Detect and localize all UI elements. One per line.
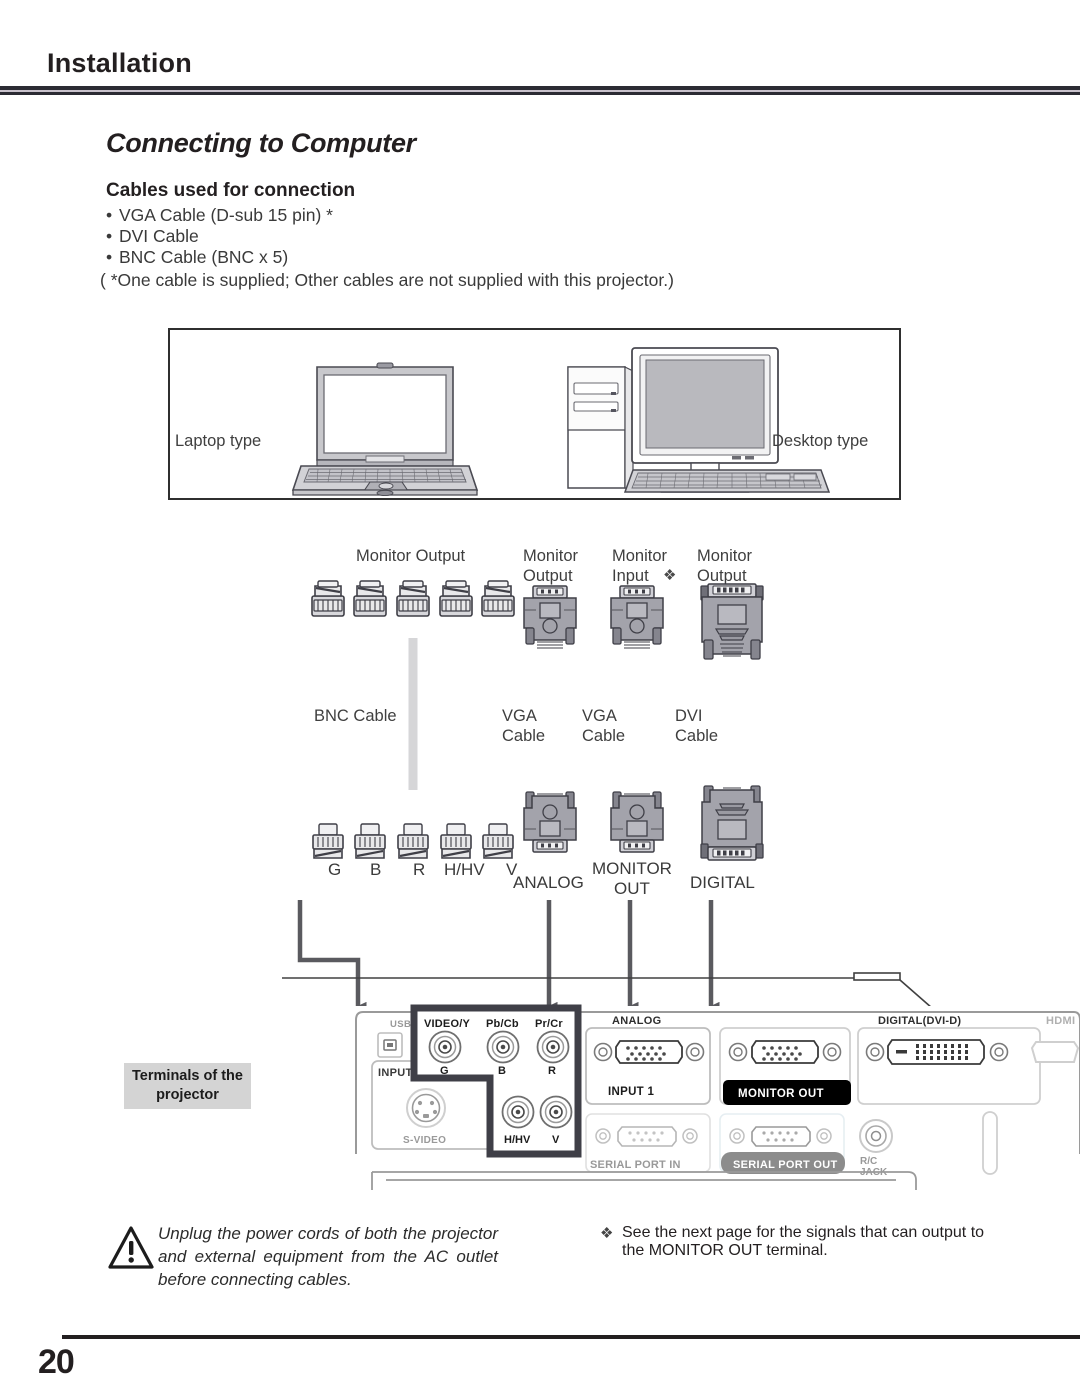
desktop-illustration: [567, 347, 831, 493]
laptop-illustration: [291, 362, 479, 497]
speaker-slot: [982, 1111, 998, 1175]
cable-list-item: • VGA Cable (D-sub 15 pin) *: [106, 205, 333, 225]
laptop-type-label: Laptop type: [175, 432, 262, 450]
s-video-terminal: S-VIDEO: [403, 1088, 446, 1146]
svg-text:V: V: [552, 1134, 560, 1146]
bnc-connector-group-bottom: [312, 790, 514, 859]
bnc-cable-label: BNC Cable: [314, 707, 397, 725]
digital-terminal-label: DIGITAL: [690, 873, 755, 892]
subsection-title: Cables used for connection: [106, 180, 356, 201]
svg-text:MONITOR OUT: MONITOR OUT: [738, 1088, 824, 1100]
cable-list-item: • BNC Cable (BNC x 5): [106, 247, 289, 267]
input1-analog-block: ANALOG INPUT 1: [585, 1015, 711, 1105]
computer-illustration-box: [168, 328, 901, 500]
svg-text:B: B: [498, 1065, 506, 1077]
vga-cable-1-label: VGA Cable: [502, 707, 546, 745]
bnc-jack-r: [536, 1030, 570, 1064]
svg-text:VIDEO/Y: VIDEO/Y: [424, 1018, 470, 1030]
warning-triangle-icon: [108, 1226, 154, 1269]
warning-message: Unplug the power cords of both the proje…: [158, 1224, 498, 1289]
svg-text:Pb/Cb: Pb/Cb: [486, 1018, 519, 1030]
terminals-of-projector-callout: Terminals of the projector: [124, 1063, 251, 1109]
bnc-jack-hhv: [501, 1095, 535, 1129]
computer-illustration-svg: [291, 347, 831, 497]
bnc-pin-label-r: R: [413, 860, 426, 879]
svg-text:INPUT 1: INPUT 1: [608, 1086, 654, 1098]
page-title: Installation: [47, 48, 192, 78]
section-title: Connecting to Computer: [106, 128, 416, 158]
svg-text:USB: USB: [390, 1019, 411, 1030]
cable-diagram-svg: [311, 580, 764, 861]
svg-text:R: R: [548, 1065, 556, 1077]
bullet-icon: •: [106, 226, 113, 246]
svg-text:R/C: R/C: [860, 1156, 877, 1167]
bullet-icon: •: [106, 205, 113, 225]
projector-terminal-panel-svg: USB INPUT 2 S-VIDEO VIDEO/Y Pb/Cb Pr/Cr …: [282, 900, 1080, 1190]
bnc-jack-g: [428, 1030, 462, 1064]
header-rule: [0, 86, 1080, 96]
svg-text:Pr/Cr: Pr/Cr: [535, 1018, 563, 1030]
analog-terminal-label: ANALOG: [513, 873, 584, 892]
bnc-pin-label-b: B: [370, 860, 382, 879]
serial-port-out-block: SERIAL PORT OUT: [719, 1113, 845, 1174]
svg-text:DIGITAL(DVI-D): DIGITAL(DVI-D): [878, 1015, 961, 1027]
terminal-panel-box: USB INPUT 2 S-VIDEO VIDEO/Y Pb/Cb Pr/Cr …: [355, 1004, 1080, 1190]
bnc-connector-group-top: [311, 580, 515, 790]
svg-text:H/HV: H/HV: [504, 1134, 531, 1146]
desktop-type-label: Desktop type: [772, 432, 869, 450]
svg-text:SERIAL PORT OUT: SERIAL PORT OUT: [733, 1159, 838, 1171]
cable-list-item: • DVI Cable: [106, 226, 199, 246]
monitor-out-block: MONITOR OUT: [719, 1027, 851, 1105]
svg-text:S-VIDEO: S-VIDEO: [403, 1135, 446, 1146]
serial-port-in-block: SERIAL PORT IN: [585, 1113, 711, 1173]
dvi-cable-label: DVI Cable: [675, 707, 719, 745]
bnc-jack-b: [486, 1030, 520, 1064]
panel-lower-strip: [371, 1171, 917, 1190]
page-number: 20: [38, 1343, 75, 1381]
footer-rule: [62, 1335, 1080, 1339]
bnc-pin-label-hhv: H/HV: [444, 860, 485, 879]
svg-text:SERIAL PORT IN: SERIAL PORT IN: [590, 1159, 681, 1171]
cable-supply-note: ( *One cable is supplied; Other cables a…: [100, 270, 674, 290]
connection-arrows: [297, 900, 720, 1011]
svg-text:ANALOG: ANALOG: [612, 1015, 661, 1027]
bullet-icon: •: [106, 247, 113, 267]
monitor-out-note: See the next page for the signals that c…: [622, 1224, 985, 1259]
svg-text:HDMI: HDMI: [1046, 1015, 1075, 1027]
vga-cable-2-label: VGA Cable: [582, 707, 626, 745]
bnc-pin-label-g: G: [328, 860, 342, 879]
bnc-jack-v: [539, 1095, 573, 1129]
monitor-out-terminal-label: MONITOR OUT: [592, 859, 672, 898]
svg-text:G: G: [440, 1065, 449, 1077]
bnc-top-label: Monitor Output: [356, 547, 466, 565]
digital-dvi-block: DIGITAL(DVI-D): [857, 1015, 1041, 1105]
note-diamond-icon: ❖: [600, 1225, 614, 1242]
bnc-arrow: [297, 900, 367, 1011]
